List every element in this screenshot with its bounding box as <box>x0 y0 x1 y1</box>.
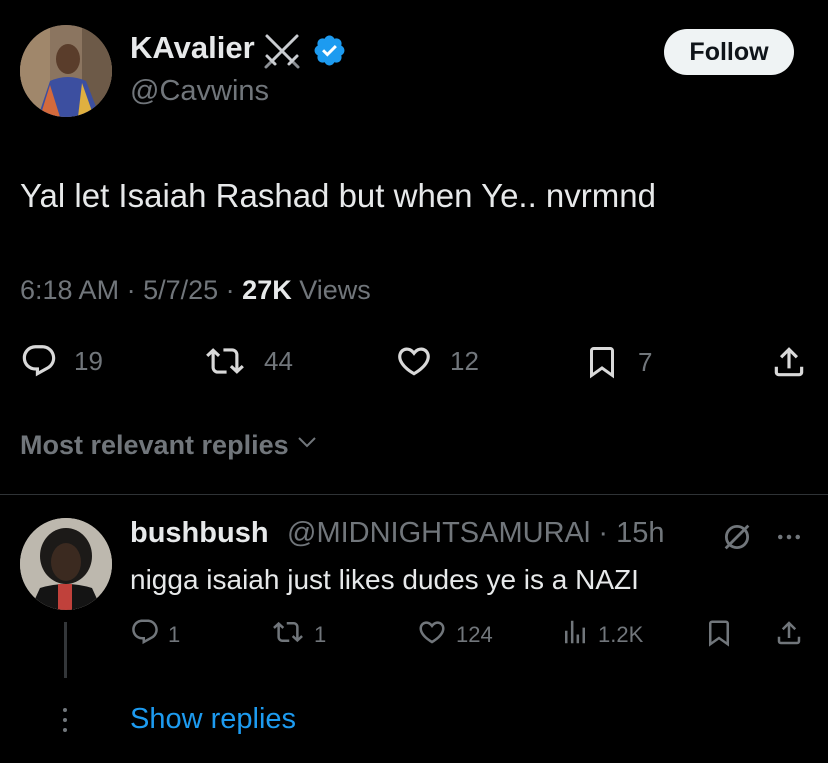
share-icon <box>770 342 808 382</box>
reply-author-display-name[interactable]: bushbush <box>130 517 269 550</box>
views-count: 27K <box>242 275 292 305</box>
bookmark-icon <box>704 617 734 655</box>
more-options-icon[interactable] <box>774 522 804 557</box>
views-icon <box>560 617 590 653</box>
reply-like-action[interactable]: 124 <box>416 617 493 653</box>
thread-line <box>64 622 67 678</box>
author-handle[interactable]: @Cavwins <box>130 75 269 108</box>
reply-action[interactable]: 19 <box>20 342 103 380</box>
tweet-metadata: 6:18 AM · 5/7/25 · 27K Views <box>20 275 371 306</box>
reply-bookmark-action[interactable] <box>704 617 734 655</box>
share-action[interactable] <box>770 342 808 382</box>
like-count: 12 <box>450 345 479 376</box>
reply-author-avatar[interactable] <box>20 518 112 610</box>
bookmark-icon <box>584 342 620 382</box>
meta-separator: · <box>126 275 144 305</box>
repost-count: 44 <box>264 345 293 376</box>
reply-author-handle-time[interactable]: @MIDNIGHTSAMURAl · 15h <box>287 517 664 550</box>
author-display-name[interactable]: KAvalier <box>130 30 255 66</box>
section-divider <box>0 494 828 495</box>
reply-icon <box>130 617 160 653</box>
meta-separator: · <box>225 275 243 305</box>
thread-continuation-dots-icon <box>60 705 70 735</box>
views-label: Views <box>299 275 371 305</box>
reply-reply-action[interactable]: 1 <box>130 617 180 653</box>
share-icon <box>774 617 804 655</box>
repost-icon <box>270 617 306 653</box>
reply-repost-count: 1 <box>314 622 327 647</box>
show-replies-link[interactable]: Show replies <box>130 703 296 736</box>
heart-icon <box>394 342 434 380</box>
reply-text: nigga isaiah just likes dudes ye is a NA… <box>130 564 639 595</box>
reply-reply-count: 1 <box>168 622 181 647</box>
reply-share-action[interactable] <box>774 617 804 655</box>
reply-views-action[interactable]: 1.2K <box>560 617 643 653</box>
replies-sort-label: Most relevant replies <box>20 430 289 460</box>
replies-sort-dropdown[interactable]: Most relevant replies <box>20 430 319 461</box>
tweet-time[interactable]: 6:18 AM <box>20 275 119 305</box>
bookmark-action[interactable]: 7 <box>584 342 652 382</box>
reply-views-count: 1.2K <box>598 622 644 647</box>
reply-count: 19 <box>74 345 103 376</box>
repost-action[interactable]: 44 <box>202 342 293 380</box>
grok-icon[interactable] <box>720 520 754 559</box>
verified-badge-icon <box>312 33 347 68</box>
chevron-down-icon <box>295 430 319 461</box>
author-avatar[interactable] <box>20 25 112 117</box>
reply-repost-action[interactable]: 1 <box>270 617 326 653</box>
tweet-date[interactable]: 5/7/25 <box>143 275 218 305</box>
crossed-swords-icon <box>261 30 303 72</box>
follow-button[interactable]: Follow <box>664 29 794 75</box>
bookmark-count: 7 <box>638 346 653 377</box>
tweet-text: Yal let Isaiah Rashad but when Ye.. nvrm… <box>20 177 656 214</box>
reply-icon <box>20 342 58 380</box>
like-action[interactable]: 12 <box>394 342 479 380</box>
repost-icon <box>202 342 248 380</box>
heart-icon <box>416 617 448 653</box>
reply-like-count: 124 <box>456 622 493 647</box>
